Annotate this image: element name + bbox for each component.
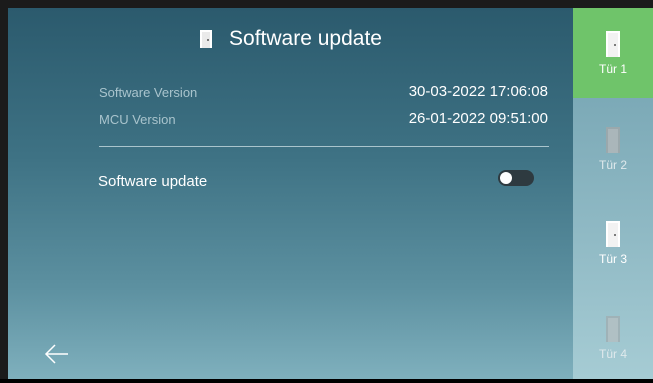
software-update-label: Software update — [98, 173, 208, 190]
header: Software update — [8, 24, 573, 54]
sidebar-item-tuer-4[interactable]: Tür 4 — [573, 293, 653, 383]
sidebar-item-label: Tür 2 — [598, 158, 627, 172]
door-icon — [606, 316, 620, 342]
door-icon — [200, 30, 213, 48]
door-icon — [606, 127, 620, 153]
page-title: Software update — [229, 27, 382, 50]
mcu-version-label: MCU Version — [99, 112, 176, 127]
sidebar-item-tuer-2[interactable]: Tür 2 — [573, 104, 653, 194]
software-version-label: Software Version — [99, 85, 198, 100]
sidebar-item-label: Tür 4 — [598, 347, 627, 361]
door-sidebar: Tür 1 Tür 2 Tür 3 Tür 4 — [573, 8, 653, 379]
mcu-version-value: 26-01-2022 09:51:00 — [408, 110, 548, 127]
back-arrow-icon[interactable] — [42, 342, 70, 366]
sidebar-item-tuer-3[interactable]: Tür 3 — [573, 198, 653, 288]
door-icon — [606, 221, 620, 247]
door-icon — [606, 31, 620, 57]
sidebar-item-label: Tür 1 — [598, 62, 627, 76]
software-update-toggle[interactable] — [498, 170, 534, 186]
toggle-knob — [500, 172, 512, 184]
software-version-value: 30-03-2022 17:06:08 — [408, 83, 548, 100]
main-screen: Software update Software Version 30-03-2… — [8, 8, 573, 379]
sidebar-item-tuer-1[interactable]: Tür 1 — [573, 8, 653, 98]
divider — [99, 146, 549, 147]
sidebar-item-label: Tür 3 — [598, 252, 627, 266]
